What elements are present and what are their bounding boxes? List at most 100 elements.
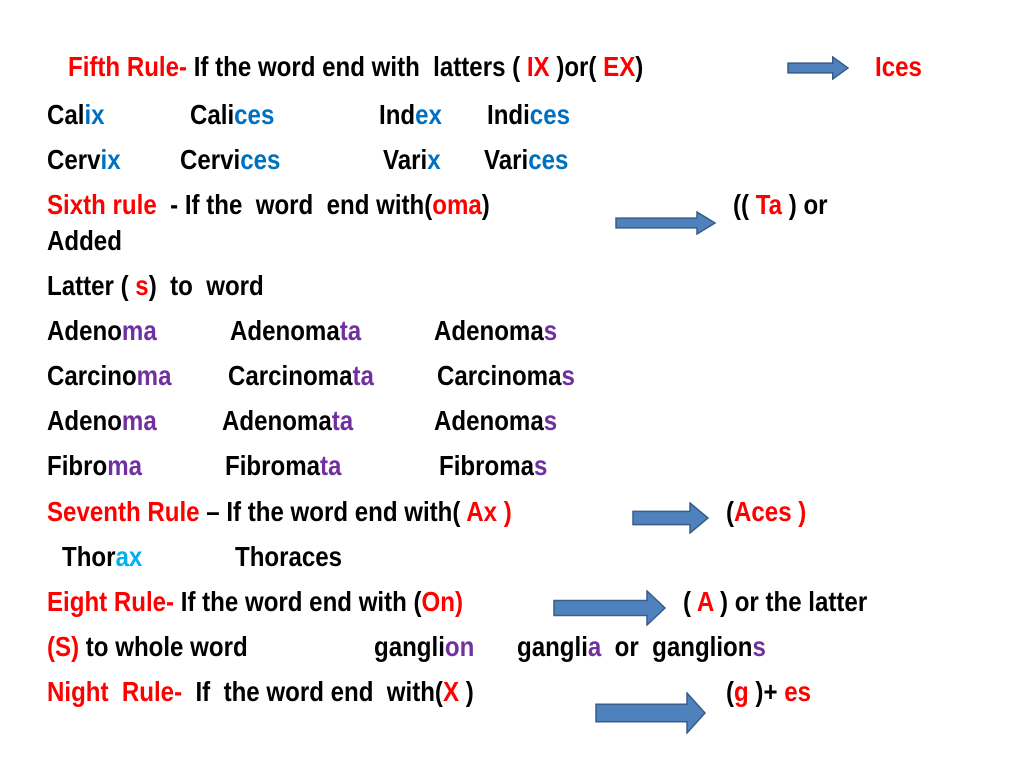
highlighted-text-segment: s (534, 450, 548, 481)
highlighted-text-segment: ix (100, 144, 121, 175)
text-segment: Ind (379, 99, 416, 130)
highlighted-text-segment: Eight Rule- (47, 586, 175, 617)
right-arrow-icon (615, 211, 717, 235)
text-segment: - If the word end with( (156, 189, 433, 220)
text-segment: Indi (487, 99, 530, 130)
text-segment: – If the word end with( (199, 496, 467, 527)
example-fibroma-text: Fibromata (225, 449, 341, 483)
text-segment: If the word end with( (182, 676, 443, 707)
highlighted-text-segment: s (543, 315, 558, 346)
highlighted-text-segment: ces (240, 144, 281, 175)
right-arrow-icon (595, 692, 707, 734)
highlighted-text-segment: EX (603, 51, 636, 82)
text-segment: Adeno (47, 405, 122, 436)
example-thorax-text: Thoraces (235, 540, 342, 574)
text-segment: Carcinoma (228, 360, 353, 391)
text-segment: Cali (190, 99, 235, 130)
text-segment: ) (459, 676, 474, 707)
text-segment: gangli (517, 631, 588, 662)
highlighted-text-segment: on (444, 631, 475, 662)
text-segment: Adeno (47, 315, 122, 346)
highlighted-text-segment: ces (529, 99, 570, 130)
text-segment: Added (47, 225, 122, 256)
highlighted-text-segment: A (696, 586, 714, 617)
example-thorax-text: Thorax (62, 540, 142, 574)
text-segment: Carcinoma (437, 360, 562, 391)
highlighted-text-segment: ma (121, 405, 157, 436)
text-segment: ) (635, 51, 644, 82)
highlighted-text-segment: es (784, 676, 811, 707)
example-adenoma-text: Adenoma (47, 314, 157, 348)
example-adenoma-2-text: Adenomata (222, 404, 353, 438)
highlighted-text-segment: ax (115, 541, 143, 572)
example-carcinoma-text: Carcinomata (228, 359, 374, 393)
text-segment: to whole word (79, 631, 248, 662)
text-segment: Thor (62, 541, 116, 572)
highlighted-text-segment: X (442, 676, 460, 707)
highlighted-text-segment: Night Rule- (47, 676, 183, 707)
right-arrow-icon (632, 502, 710, 534)
highlighted-text-segment: ta (331, 405, 354, 436)
text-segment: Cal (47, 99, 85, 130)
highlighted-text-segment: Ices (875, 51, 922, 82)
eighth-rule-cont-text: ganglion (374, 630, 474, 664)
highlighted-text-segment: s (561, 360, 575, 391)
text-segment: Fibroma (225, 450, 321, 481)
text-segment: Adenoma (434, 405, 544, 436)
highlighted-text-segment: On) (421, 586, 464, 617)
eighth-rule-cont-text: (S) to whole word (47, 630, 248, 664)
example-calix-text: Calices (190, 98, 274, 132)
fifth-rule-text: Fifth Rule- If the word end with latters… (68, 50, 643, 84)
seventh-rule-text: Seventh Rule – If the word end with( Ax … (47, 495, 512, 529)
example-adenoma-2-text: Adenoma (47, 404, 157, 438)
highlighted-text-segment: s (135, 270, 149, 301)
text-segment: Adenoma (230, 315, 340, 346)
text-segment: )or( (549, 51, 604, 82)
highlighted-text-segment: s (752, 631, 766, 662)
example-cervix-text: Varix (383, 143, 441, 177)
highlighted-text-segment: ces (234, 99, 275, 130)
example-adenoma-2-text: Adenomas (434, 404, 557, 438)
highlighted-text-segment: ma (121, 315, 157, 346)
text-segment: If the word end with latters ( (187, 51, 527, 82)
fifth-rule-text: Ices (875, 50, 922, 84)
highlighted-text-segment: Seventh Rule (47, 496, 200, 527)
highlighted-text-segment: IX (526, 51, 550, 82)
text-segment: Carcino (47, 360, 137, 391)
seventh-rule-text: (Aces ) (726, 495, 806, 529)
text-segment: Thoraces (235, 541, 343, 572)
text-segment: ) to word (148, 270, 264, 301)
right-arrow-icon (553, 590, 667, 626)
sixth-rule-text: (( Ta ) or (733, 188, 828, 222)
highlighted-text-segment: ta (352, 360, 374, 391)
eighth-rule-text: Eight Rule- If the word end with (On) (47, 585, 463, 619)
highlighted-text-segment: ma (107, 450, 143, 481)
example-carcinoma-text: Carcinoma (47, 359, 171, 393)
text-segment: Latter ( (47, 270, 136, 301)
highlighted-text-segment: x (427, 144, 441, 175)
highlighted-text-segment: Aces ) (734, 496, 807, 527)
ninth-rule-text: Night Rule- If the word end with(X ) (47, 675, 474, 709)
example-calix-text: Calix (47, 98, 105, 132)
text-segment: Adenoma (222, 405, 332, 436)
highlighted-text-segment: ta (339, 315, 362, 346)
example-calix-text: Index (379, 98, 442, 132)
highlighted-text-segment: Fifth Rule- (68, 51, 188, 82)
example-cervix-text: Varices (484, 143, 568, 177)
example-calix-text: Indices (487, 98, 570, 132)
highlighted-text-segment: ces (528, 144, 569, 175)
text-segment: )+ (748, 676, 785, 707)
example-fibroma-text: Fibroma (47, 449, 142, 483)
right-arrow-icon (787, 56, 850, 80)
text-segment: (( (733, 189, 756, 220)
text-segment: Fibroma (439, 450, 535, 481)
example-fibroma-text: Fibromas (439, 449, 547, 483)
text-segment: If the word end with ( (174, 586, 422, 617)
highlighted-text-segment: ta (320, 450, 342, 481)
example-cervix-text: Cervix (47, 143, 121, 177)
highlighted-text-segment: oma (432, 189, 482, 220)
text-segment: or ganglion (601, 631, 753, 662)
highlighted-text-segment: Sixth rule (47, 189, 157, 220)
text-segment: ( (683, 586, 697, 617)
example-cervix-text: Cervices (180, 143, 280, 177)
